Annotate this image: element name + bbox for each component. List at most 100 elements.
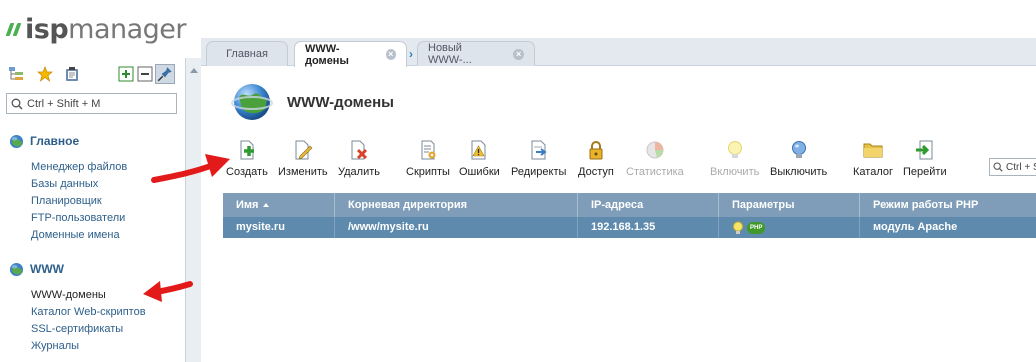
bulb-on-icon [727,141,742,158]
main-globe-icon [9,134,24,148]
errors-button-label: Ошибки [459,166,500,178]
ispmanager-logo: isp manager [5,13,187,45]
nav-item-databases[interactable]: Базы данных [31,176,127,193]
php-icon: PHP [747,221,766,234]
delete-button[interactable]: Удалить [338,139,380,178]
enable-button-label: Включить [710,166,760,178]
app-root: ispmanager Главное Менеджер файлов Баз [0,0,1036,362]
cell-name: mysite.ru [223,217,335,238]
column-header-name-label: Имя [236,199,259,211]
delete-button-label: Удалить [338,166,380,178]
tab-www-domains-label: WWW-домены [305,42,349,67]
column-header-name[interactable]: Имя [223,193,335,217]
table-header: Имя Корневая директория IP-адреса Параме… [223,193,1036,217]
tab-home-label: Главная [226,48,268,60]
nav-item-ftp-users[interactable]: FTP-пользователи [31,210,127,227]
expand-all-icon[interactable] [118,66,134,82]
scripts-button[interactable]: Скрипты [406,139,450,178]
disable-button-label: Выключить [770,166,828,178]
tab-close-icon[interactable]: × [385,49,396,60]
enable-button[interactable]: Включить [710,139,759,178]
nav-item-web-scripts-catalog[interactable]: Каталог Web-скриптов [31,304,146,321]
pin-icon [157,67,172,82]
redirects-button[interactable]: Редиректы [511,139,566,178]
nav-group-www-header[interactable]: WWW [9,261,146,277]
www-globe-icon [231,84,273,120]
statistics-icon [646,141,664,159]
cell-php-mode: модуль Apache [873,221,958,233]
sidebar: Главное Менеджер файлов Базы данных План… [0,58,185,362]
toolbar-search-input[interactable] [1006,161,1036,173]
statistics-button[interactable]: Статистика [626,139,684,178]
scripts-icon [421,140,436,160]
tab-bar: Главная WWW-домены × › Новый WWW-... × [201,38,1036,67]
logo-text-isp: isp [25,13,69,45]
tab-new-www[interactable]: Новый WWW-... × [417,41,535,66]
column-header-root-dir[interactable]: Корневая директория [335,193,578,217]
sort-ascending-icon [263,203,270,208]
nav-group-www-title: WWW [30,262,64,276]
access-button[interactable]: Доступ [578,139,614,178]
errors-button[interactable]: Ошибки [459,139,500,178]
logo-text-manager: manager [68,13,187,45]
nav-item-scheduler[interactable]: Планировщик [31,193,127,210]
goto-button[interactable]: Перейти [903,139,947,178]
column-header-php-mode[interactable]: Режим работы PHP [860,193,1036,217]
sidebar-splitter[interactable] [185,58,201,362]
tab-home[interactable]: Главная [206,41,288,66]
nav-group-www-items: WWW-домены Каталог Web-скриптов SSL-серт… [9,287,146,355]
tab-www-domains[interactable]: WWW-домены × [294,41,407,67]
nav-item-ssl-certificates[interactable]: SSL-сертификаты [31,321,146,338]
www-globe-icon [9,262,24,276]
edit-icon [295,140,313,160]
scripts-button-label: Скрипты [406,166,450,178]
delete-icon [351,140,368,160]
main-content: WWW-домены Создать Изменить Удалить Скри… [201,67,1036,362]
bulb-on-icon [733,221,743,234]
annotation-arrow-icon [143,281,193,302]
sidebar-search-input[interactable] [27,97,167,110]
tree-view-icon[interactable] [8,66,24,82]
logo-mark-icon [5,22,22,36]
access-button-label: Доступ [578,166,614,178]
tab-new-www-label: Новый WWW-... [428,42,472,66]
table-row[interactable]: mysite.ru /www/mysite.ru 192.168.1.35 PH… [223,217,1036,238]
catalog-button[interactable]: Каталог [853,139,893,178]
annotation-arrow-icon [151,154,230,183]
cell-params: PHP [719,217,860,238]
nav-item-www-domains[interactable]: WWW-домены [31,287,146,304]
folder-icon [863,143,883,158]
collapse-all-icon[interactable] [137,66,153,82]
redirects-button-label: Редиректы [511,166,567,178]
favorites-star-icon[interactable] [37,66,53,82]
lock-icon [589,141,603,160]
edit-button-label: Изменить [278,166,328,178]
create-icon [240,140,254,160]
nav-item-file-manager[interactable]: Менеджер файлов [31,159,127,176]
disable-button[interactable]: Выключить [770,139,827,178]
bulb-off-icon [791,141,806,158]
edit-button[interactable]: Изменить [278,139,328,178]
nav-group-www: WWW WWW-домены Каталог Web-скриптов SSL-… [9,261,146,355]
nav-item-domain-names[interactable]: Доменные имена [31,227,127,244]
page-header: WWW-домены [231,81,394,123]
nav-group-main-header[interactable]: Главное [9,133,127,149]
toolbar-search-box[interactable] [989,158,1036,176]
tab-close-icon[interactable]: × [513,48,524,60]
goto-button-label: Перейти [903,166,947,178]
column-header-ip[interactable]: IP-адреса [578,193,719,217]
sidebar-search-box[interactable] [6,93,177,114]
column-header-params[interactable]: Параметры [719,193,860,217]
catalog-button-label: Каталог [853,166,893,178]
pin-button[interactable] [155,64,175,84]
cell-root-dir: /www/mysite.ru [335,217,578,238]
scroll-up-icon[interactable] [190,68,198,73]
errors-icon [471,140,486,160]
tab-chevron-icon: › [409,47,413,61]
clipboard-icon[interactable] [64,66,80,82]
redirects-icon [531,140,547,160]
goto-icon [915,140,933,160]
nav-item-logs[interactable]: Журналы [31,338,146,355]
nav-group-main-title: Главное [30,134,80,148]
search-icon [993,162,1003,172]
